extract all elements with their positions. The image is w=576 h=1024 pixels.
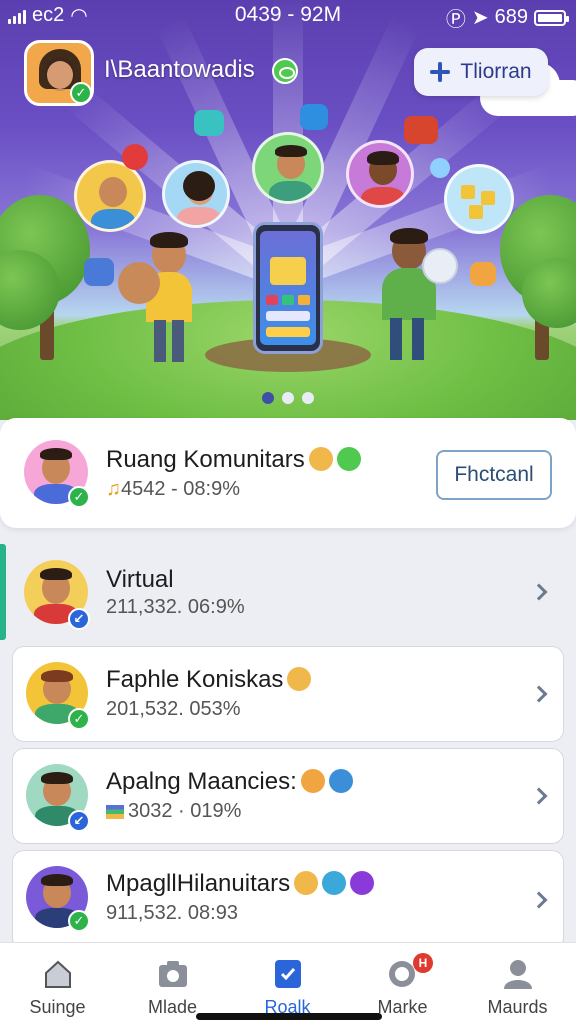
chevron-right-icon	[530, 685, 548, 703]
chevron-right-icon	[530, 787, 548, 805]
profile-name: I\Baantowadis	[104, 56, 255, 83]
camera-icon	[404, 116, 438, 144]
sparkle-icon	[430, 62, 451, 82]
chevron-right-icon	[530, 583, 548, 601]
list-item-meta: 911,532. 08:93	[106, 902, 238, 924]
list-item-title: Virtual	[106, 566, 174, 593]
alarm-icon: Ⓟ	[445, 9, 466, 31]
globe-icon	[328, 768, 353, 793]
tab-label: Maurds	[487, 997, 548, 1017]
header-action-label: Tliorran	[460, 60, 532, 83]
carousel-dot[interactable]	[262, 392, 274, 404]
battery-icon	[534, 9, 569, 26]
list-item-title: Apalng Maancies:	[106, 768, 353, 796]
stack-icon	[106, 804, 124, 819]
list-item-title: Faphle Koniskas	[106, 666, 312, 694]
community-avatar-bubble	[346, 140, 414, 208]
tree-right-lower	[522, 258, 576, 328]
bookmark-icon	[274, 960, 301, 988]
verified-badge-icon: ✓	[70, 82, 92, 104]
list-item[interactable]	[12, 850, 564, 950]
featured-meta: ♫4542 - 08:9%	[106, 478, 240, 500]
header-action-button[interactable]: Tliorran	[414, 48, 548, 96]
bag-icon	[470, 262, 496, 286]
verified-badge-icon: ↙	[68, 810, 90, 832]
person-icon	[503, 960, 532, 989]
home-icon	[44, 960, 71, 988]
list-item[interactable]	[12, 646, 564, 742]
carousel-pagination[interactable]	[0, 392, 576, 404]
tab-camera[interactable]: Mlade	[115, 943, 230, 1024]
carousel-dot[interactable]	[282, 392, 294, 404]
tab-bookmark[interactable]: Roalk	[230, 943, 345, 1024]
camera-icon	[158, 961, 187, 987]
list-item-title: MpagllHilanuitars	[106, 870, 375, 898]
verified-badge-icon: ✓	[68, 486, 90, 508]
tab-chat[interactable]: H Marke	[345, 943, 460, 1024]
eye-icon	[322, 870, 347, 895]
music-icon	[350, 870, 375, 895]
list-item[interactable]	[12, 544, 564, 640]
tab-profile[interactable]: Maurds	[460, 943, 575, 1024]
verified-badge-icon: ↙	[68, 608, 90, 630]
music-note-icon: ♫	[106, 478, 121, 500]
list-item[interactable]	[12, 748, 564, 844]
list-item-meta: 211,332. 06:9%	[106, 596, 245, 618]
location-icon: ➤	[471, 7, 489, 29]
notification-badge: H	[413, 953, 433, 973]
puzzle-icon	[430, 158, 450, 178]
briefcase-icon	[194, 110, 224, 136]
play-icon	[300, 104, 328, 130]
featured-title: Ruang Komunitars	[106, 446, 361, 474]
tab-label: Suinge	[29, 997, 86, 1017]
illustrated-person-right	[372, 228, 462, 368]
verified-badge-icon: ✓	[68, 708, 90, 730]
avatar-sticker-icon	[294, 870, 319, 895]
carousel-dot[interactable]	[302, 392, 314, 404]
avatar-sticker-icon	[287, 666, 312, 691]
app-screen: ✓ I\Baantowadis Tliorran ec2 ◠ 0439 - 92…	[0, 0, 576, 1024]
calendar-icon	[84, 258, 114, 286]
sticker-icon	[300, 768, 325, 793]
follow-button[interactable]: Fhctcanl	[436, 450, 552, 500]
eye-icon	[336, 446, 361, 471]
battery-text: 689	[494, 6, 528, 28]
eye-icon	[272, 58, 298, 84]
community-avatar-bubble	[74, 160, 146, 232]
verified-badge-icon: ✓	[68, 910, 90, 932]
community-avatar-bubble	[252, 132, 324, 204]
selected-indicator	[0, 544, 6, 640]
tab-home[interactable]: Suinge	[0, 943, 115, 1024]
avatar-sticker-icon	[308, 446, 333, 471]
status-bar: ec2 ◠ 0439 - 92M Ⓟ ➤ 689	[0, 0, 576, 31]
illustrated-person-left	[118, 230, 220, 370]
bottom-tab-bar: Suinge Mlade Roalk H Marke Maurds	[0, 942, 576, 1024]
heart-icon	[122, 144, 148, 170]
home-indicator[interactable]	[196, 1013, 382, 1020]
community-avatar-bubble	[162, 160, 230, 228]
chevron-right-icon	[530, 891, 548, 909]
list-item-meta: 201,532. 053%	[106, 698, 241, 720]
hero-phone-illustration	[253, 222, 323, 354]
list-item-meta: 3032 · 019%	[106, 800, 241, 823]
hero-banner[interactable]: ✓ I\Baantowadis Tliorran	[0, 0, 576, 420]
sticker-bubble	[444, 164, 514, 234]
